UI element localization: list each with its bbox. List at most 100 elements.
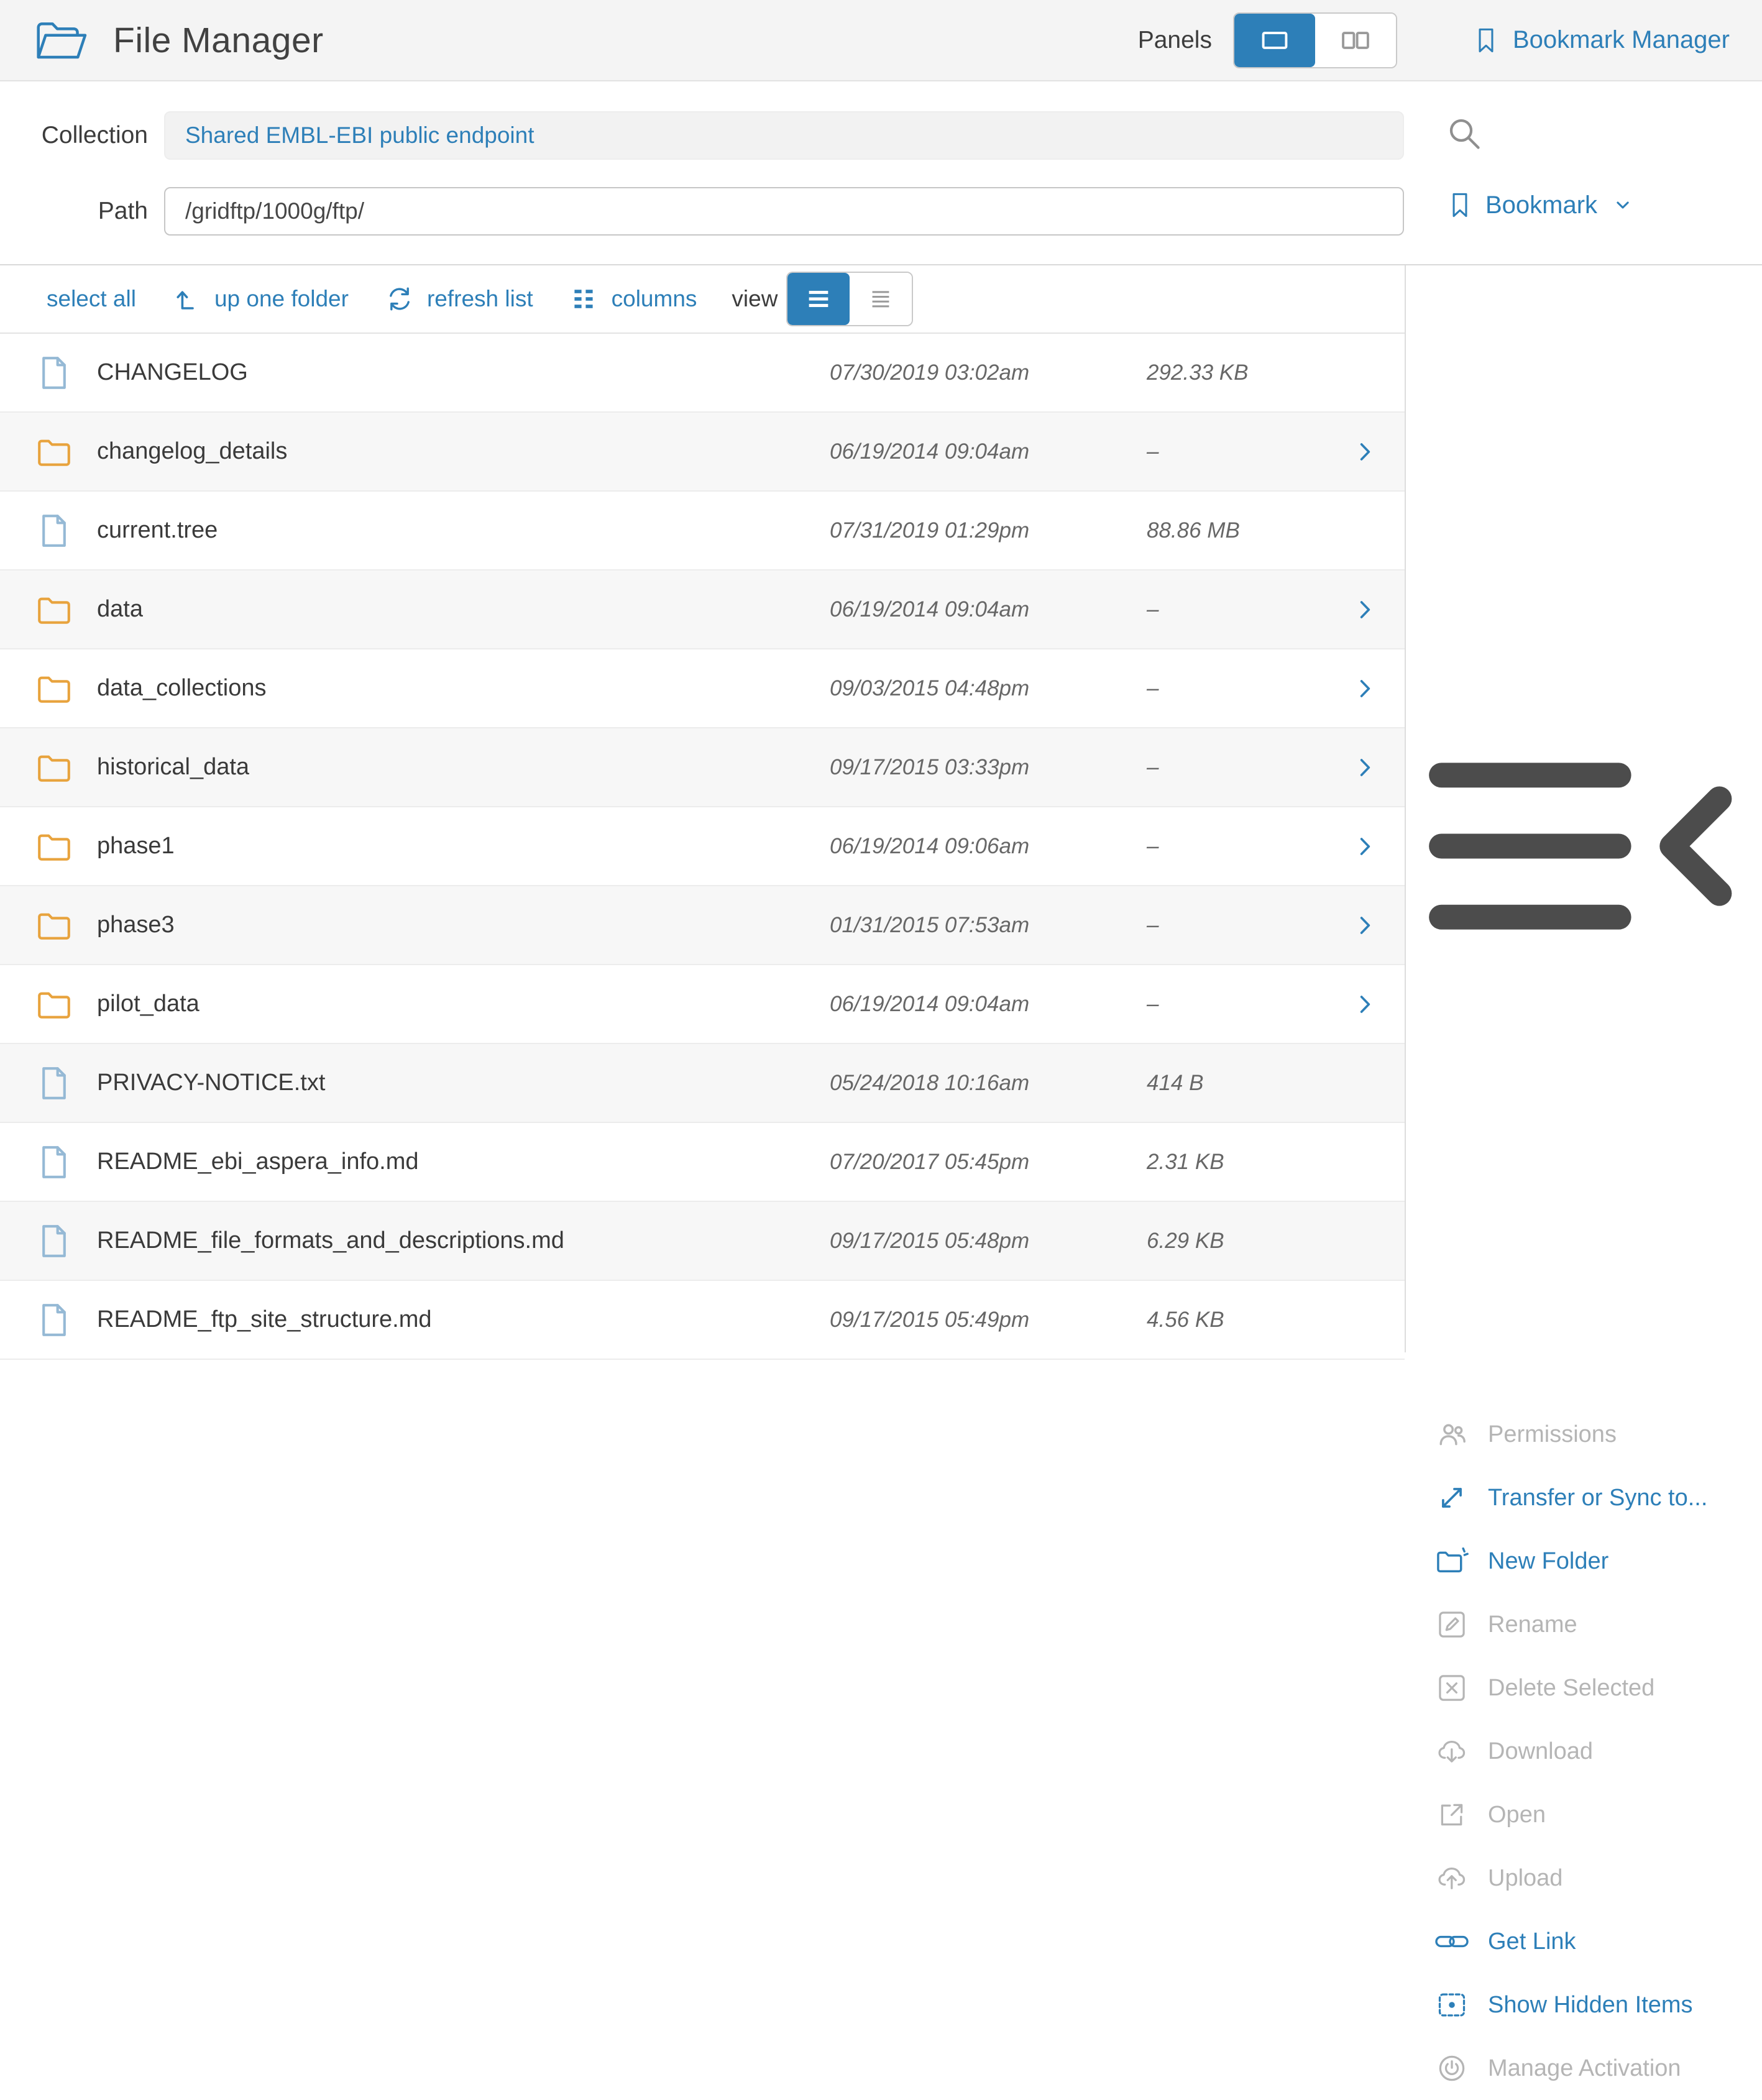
up-one-folder-button[interactable]: up one folder (171, 284, 349, 314)
action-label: Show Hidden Items (1488, 1992, 1693, 2019)
file-row[interactable]: data_collections 09/03/2015 04:48pm – (0, 649, 1405, 728)
download-icon (1433, 1735, 1471, 1768)
file-row[interactable]: phase3 01/31/2015 07:53am – (0, 886, 1405, 965)
action-label: Open (1488, 1802, 1546, 1828)
chevron-right-icon[interactable] (1352, 833, 1377, 860)
file-name[interactable]: README_file_formats_and_descriptions.md (97, 1227, 564, 1254)
dual-panel-button[interactable] (1315, 14, 1396, 67)
file-row[interactable]: data 06/19/2014 09:04am – (0, 571, 1405, 649)
chevron-right-icon[interactable] (1352, 596, 1377, 623)
file-row[interactable]: historical_data 09/17/2015 03:33pm – (0, 728, 1405, 807)
dual-panel-icon (1336, 24, 1375, 57)
file-name[interactable]: phase1 (97, 833, 175, 860)
file-row[interactable]: current.tree 07/31/2019 01:29pm 88.86 MB (0, 492, 1405, 571)
action-new-folder[interactable]: New Folder (1406, 1529, 1761, 1593)
transfer-icon (1433, 1482, 1471, 1514)
refresh-list-button[interactable]: refresh list (383, 284, 533, 314)
action-download[interactable]: Download (1406, 1720, 1761, 1783)
folder-icon (35, 590, 73, 629)
panels-label: Panels (1138, 27, 1212, 54)
collection-input[interactable] (164, 111, 1404, 160)
new-folder-icon (1433, 1545, 1471, 1577)
file-name[interactable]: data (97, 596, 143, 623)
file-name[interactable]: phase3 (97, 912, 175, 938)
chevron-right-icon[interactable] (1352, 991, 1377, 1018)
action-permissions[interactable]: Permissions (1406, 1403, 1761, 1466)
file-size: – (1147, 834, 1159, 859)
columns-icon (568, 284, 600, 314)
upload-icon (1433, 1862, 1471, 1894)
rename-icon (1433, 1608, 1471, 1641)
search-icon[interactable] (1446, 115, 1483, 152)
permissions-icon (1433, 1418, 1471, 1451)
action-show-hidden[interactable]: Show Hidden Items (1406, 1973, 1761, 2037)
file-row[interactable]: phase1 06/19/2014 09:06am – (0, 807, 1405, 886)
bookmark-label: Bookmark (1485, 191, 1597, 219)
action-rename[interactable]: Rename (1406, 1593, 1761, 1656)
compact-view-button[interactable] (850, 273, 912, 325)
file-name[interactable]: README_ftp_site_structure.md (97, 1306, 432, 1333)
file-date: 05/24/2018 10:16am (830, 1071, 1029, 1096)
action-manage-activation[interactable]: Manage Activation (1406, 2037, 1761, 2100)
bookmark-manager-link[interactable]: Bookmark Manager (1472, 24, 1730, 57)
file-name[interactable]: README_ebi_aspera_info.md (97, 1149, 419, 1175)
file-list: CHANGELOG 07/30/2019 03:02am 292.33 KB c… (0, 334, 1405, 1360)
file-icon (35, 1222, 73, 1260)
chevron-right-icon[interactable] (1352, 912, 1377, 939)
file-name[interactable]: current.tree (97, 517, 218, 544)
single-panel-icon (1255, 24, 1295, 57)
path-input[interactable] (164, 187, 1404, 236)
folder-icon (35, 433, 73, 471)
file-name[interactable]: CHANGELOG (97, 359, 248, 386)
action-delete[interactable]: Delete Selected (1406, 1656, 1761, 1720)
columns-label: columns (612, 286, 697, 312)
chevron-right-icon[interactable] (1352, 438, 1377, 465)
action-open[interactable]: Open (1406, 1783, 1761, 1846)
file-name[interactable]: PRIVACY-NOTICE.txt (97, 1070, 325, 1096)
file-row[interactable]: pilot_data 06/19/2014 09:04am – (0, 965, 1405, 1044)
collapse-menu-icon[interactable] (1406, 316, 1761, 1377)
bookmark-icon (1472, 24, 1500, 57)
file-name[interactable]: changelog_details (97, 438, 287, 465)
file-row[interactable]: PRIVACY-NOTICE.txt 05/24/2018 10:16am 41… (0, 1044, 1405, 1123)
file-size: – (1147, 439, 1159, 464)
compact-view-icon (865, 285, 897, 313)
file-date: 06/19/2014 09:04am (830, 597, 1029, 622)
select-all-button[interactable]: select all (47, 286, 136, 312)
file-row[interactable]: README_ebi_aspera_info.md 07/20/2017 05:… (0, 1123, 1405, 1202)
file-icon (35, 1301, 73, 1339)
location-side: Bookmark (1406, 111, 1762, 243)
action-transfer[interactable]: Transfer or Sync to... (1406, 1466, 1761, 1529)
bookmark-manager-label: Bookmark Manager (1513, 26, 1730, 54)
file-date: 06/19/2014 09:04am (830, 992, 1029, 1017)
bookmark-dropdown[interactable]: Bookmark (1446, 188, 1762, 222)
file-name[interactable]: data_collections (97, 675, 267, 702)
columns-button[interactable]: columns (568, 284, 697, 314)
file-name[interactable]: pilot_data (97, 991, 200, 1017)
single-panel-button[interactable] (1234, 14, 1315, 67)
file-date: 06/19/2014 09:04am (830, 439, 1029, 464)
main-panel: select all up one folder refresh list co… (0, 264, 1762, 1352)
file-date: 01/31/2015 07:53am (830, 913, 1029, 938)
file-date: 09/17/2015 03:33pm (830, 755, 1029, 780)
list-view-icon (802, 285, 835, 313)
action-menu: Permissions Transfer or Sync to... New F… (1406, 1403, 1761, 2100)
action-label: New Folder (1488, 1548, 1608, 1575)
file-date: 06/19/2014 09:06am (830, 834, 1029, 859)
action-label: Upload (1488, 1865, 1562, 1892)
file-row[interactable]: changelog_details 06/19/2014 09:04am – (0, 413, 1405, 492)
action-get-link[interactable]: Get Link (1406, 1910, 1761, 1973)
file-row[interactable]: README_file_formats_and_descriptions.md … (0, 1202, 1405, 1281)
file-row[interactable]: CHANGELOG 07/30/2019 03:02am 292.33 KB (0, 334, 1405, 413)
file-name[interactable]: historical_data (97, 754, 249, 781)
file-row[interactable]: README_ftp_site_structure.md 09/17/2015 … (0, 1281, 1405, 1360)
action-sidebar: Permissions Transfer or Sync to... New F… (1406, 265, 1761, 1352)
up-one-folder-label: up one folder (214, 286, 349, 312)
chevron-right-icon[interactable] (1352, 675, 1377, 702)
chevron-right-icon[interactable] (1352, 754, 1377, 781)
page-title: File Manager (113, 20, 324, 61)
action-upload[interactable]: Upload (1406, 1846, 1761, 1910)
file-size: 2.31 KB (1147, 1150, 1224, 1175)
file-icon (35, 354, 73, 392)
list-view-button[interactable] (787, 273, 850, 325)
